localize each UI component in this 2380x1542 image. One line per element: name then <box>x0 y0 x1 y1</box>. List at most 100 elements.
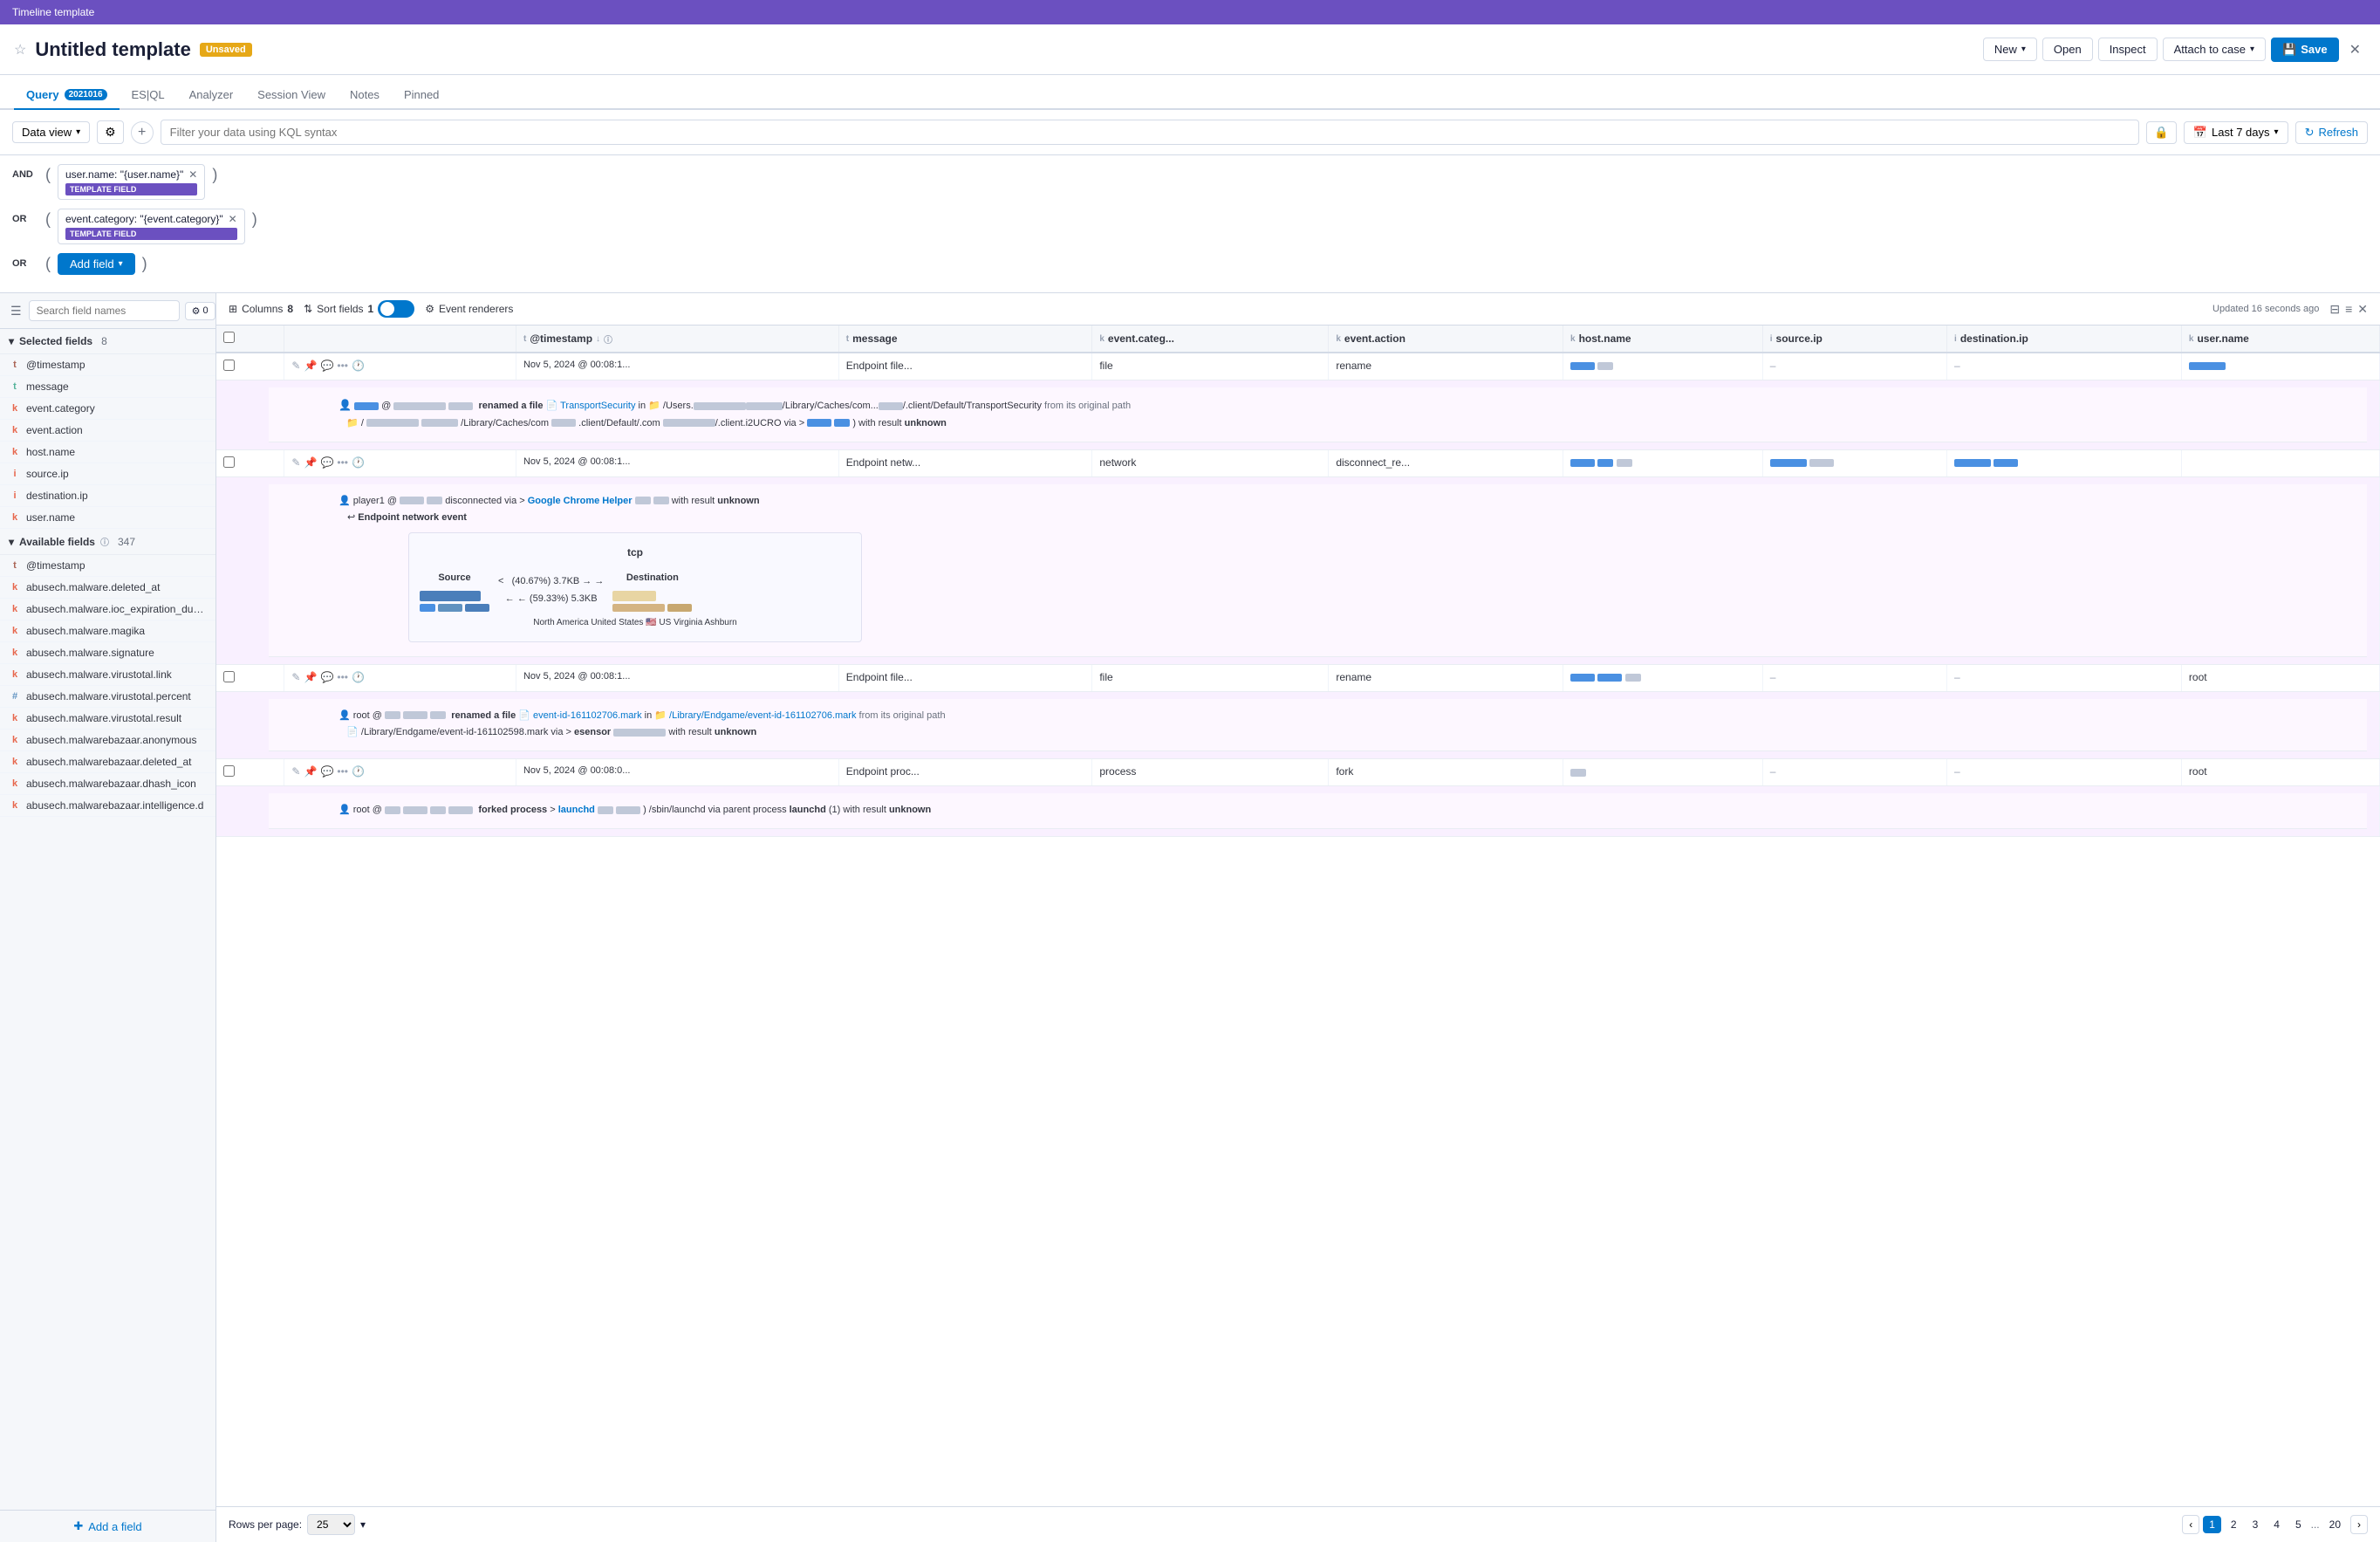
field-item-abusech-bazaar-intel[interactable]: k abusech.malwarebazaar.intelligence.d <box>0 795 215 817</box>
open-button[interactable]: Open <box>2042 38 2093 61</box>
more-icon[interactable]: ••• <box>337 765 348 778</box>
filter-count-button[interactable]: ⚙ 0 <box>185 302 215 320</box>
expand-icon[interactable]: ✎ <box>291 671 300 683</box>
clock-icon[interactable]: 🕐 <box>352 456 365 469</box>
th-username[interactable]: k user.name <box>2181 326 2379 353</box>
attach-to-case-button[interactable]: Attach to case ▾ <box>2163 38 2266 61</box>
field-item-eventcategory-selected[interactable]: k event.category <box>0 398 215 420</box>
filter-chip-close-icon[interactable]: ✕ <box>188 168 197 181</box>
field-item-abusech-bazaar-anon[interactable]: k abusech.malwarebazaar.anonymous <box>0 730 215 751</box>
field-item-username-selected[interactable]: k user.name <box>0 507 215 529</box>
field-item-timestamp-selected[interactable]: t @timestamp <box>0 354 215 376</box>
sidebar-toggle-button[interactable]: ☰ <box>9 302 24 320</box>
page-num-4[interactable]: 4 <box>2267 1516 2286 1533</box>
next-page-button[interactable]: › <box>2350 1515 2368 1534</box>
th-sourceip[interactable]: i source.ip <box>1762 326 1946 353</box>
tab-pinned[interactable]: Pinned <box>392 81 451 110</box>
expand-icon[interactable]: ✎ <box>291 360 300 372</box>
select-all-checkbox[interactable] <box>223 332 235 343</box>
add-a-field-link[interactable]: ✚ Add a field <box>0 1510 215 1542</box>
more-icon[interactable]: ••• <box>337 456 348 469</box>
tab-session-view[interactable]: Session View <box>245 81 338 110</box>
field-item-abusech-deleted[interactable]: k abusech.malware.deleted_at <box>0 577 215 599</box>
field-item-abusech-vtresult[interactable]: k abusech.malware.virustotal.result <box>0 708 215 730</box>
row-checkbox[interactable] <box>223 456 235 468</box>
field-item-abusech-bazaar-deleted[interactable]: k abusech.malwarebazaar.deleted_at <box>0 751 215 773</box>
filter-chip-username[interactable]: user.name: "{user.name}" ✕ TEMPLATE FIEL… <box>58 164 205 200</box>
page-num-20[interactable]: 20 <box>2323 1516 2347 1533</box>
inspect-button[interactable]: Inspect <box>2098 38 2158 61</box>
prev-page-button[interactable]: ‹ <box>2182 1515 2199 1534</box>
pin-icon[interactable]: 📌 <box>304 671 317 683</box>
th-destip[interactable]: i destination.ip <box>1947 326 2182 353</box>
clock-icon[interactable]: 🕐 <box>352 671 365 683</box>
sort-arrow-icon[interactable]: ↓ <box>596 334 600 344</box>
settings-view-button[interactable]: ✕ <box>2357 302 2368 317</box>
field-item-abusech-vtpct[interactable]: # abusech.malware.virustotal.percent <box>0 686 215 708</box>
th-message[interactable]: t message <box>838 326 1092 353</box>
comment-icon[interactable]: 💬 <box>320 765 333 778</box>
add-filter-button[interactable]: + <box>131 121 154 144</box>
save-button[interactable]: 💾 Save <box>2271 38 2339 62</box>
field-item-message-selected[interactable]: t message <box>0 376 215 398</box>
available-fields-header[interactable]: ▾ Available fields ⓘ 347 <box>0 529 215 555</box>
add-field-button[interactable]: Add field ▾ <box>58 253 135 275</box>
date-picker-button[interactable]: 📅 Last 7 days ▾ <box>2184 121 2288 144</box>
grid-view-button[interactable]: ⊟ <box>2329 302 2340 317</box>
sort-fields-toggle[interactable]: ⇅ Sort fields 1 <box>304 300 414 318</box>
page-num-3[interactable]: 3 <box>2247 1516 2265 1533</box>
field-item-abusech-magika[interactable]: k abusech.malware.magika <box>0 620 215 642</box>
row-checkbox[interactable] <box>223 671 235 682</box>
sort-toggle-switch[interactable] <box>378 300 414 318</box>
field-item-abusech-vtlink[interactable]: k abusech.malware.virustotal.link <box>0 664 215 686</box>
more-icon[interactable]: ••• <box>337 360 348 372</box>
field-item-sourceip-selected[interactable]: i source.ip <box>0 463 215 485</box>
tab-notes[interactable]: Notes <box>338 81 392 110</box>
pin-icon[interactable]: 📌 <box>304 765 317 778</box>
field-item-abusech-bazaar-dhash[interactable]: k abusech.malwarebazaar.dhash_icon <box>0 773 215 795</box>
search-fields-input[interactable] <box>29 300 180 321</box>
close-button[interactable]: ✕ <box>2344 39 2366 60</box>
lock-button[interactable]: 🔒 <box>2146 121 2177 144</box>
th-eventcategory[interactable]: k event.categ... <box>1092 326 1329 353</box>
comment-icon[interactable]: 💬 <box>320 456 333 469</box>
pin-icon[interactable]: 📌 <box>304 360 317 372</box>
field-item-timestamp-available[interactable]: t @timestamp <box>0 555 215 577</box>
field-item-abusech-signature[interactable]: k abusech.malware.signature <box>0 642 215 664</box>
clock-icon[interactable]: 🕐 <box>352 765 365 778</box>
filter-chip-category[interactable]: event.category: "{event.category}" ✕ TEM… <box>58 209 245 244</box>
tab-esql[interactable]: ES|QL <box>120 81 177 110</box>
th-hostname[interactable]: k host.name <box>1563 326 1763 353</box>
star-icon[interactable]: ☆ <box>14 41 26 58</box>
comment-icon[interactable]: 💬 <box>320 671 333 683</box>
row-checkbox[interactable] <box>223 765 235 777</box>
list-view-button[interactable]: ≡ <box>2345 302 2352 317</box>
page-num-1[interactable]: 1 <box>2203 1516 2221 1533</box>
th-timestamp[interactable]: t @timestamp ↓ ⓘ <box>516 326 838 353</box>
refresh-button[interactable]: ↻ Refresh <box>2295 121 2368 144</box>
event-renderers-toggle[interactable]: ⚙ Event renderers <box>425 303 513 315</box>
pin-icon[interactable]: 📌 <box>304 456 317 469</box>
th-eventaction[interactable]: k event.action <box>1329 326 1563 353</box>
field-item-eventaction-selected[interactable]: k event.action <box>0 420 215 442</box>
selected-fields-header[interactable]: ▾ Selected fields 8 <box>0 329 215 354</box>
row-checkbox[interactable] <box>223 360 235 371</box>
data-view-button[interactable]: Data view ▾ <box>12 121 90 143</box>
kql-input[interactable] <box>161 120 2140 145</box>
comment-icon[interactable]: 💬 <box>320 360 333 372</box>
new-button[interactable]: New ▾ <box>1983 38 2037 61</box>
filter-chip-close-icon[interactable]: ✕ <box>229 213 237 225</box>
expand-icon[interactable]: ✎ <box>291 456 300 469</box>
columns-toggle[interactable]: ⊞ Columns 8 <box>229 303 293 315</box>
page-num-2[interactable]: 2 <box>2225 1516 2243 1533</box>
field-item-destip-selected[interactable]: i destination.ip <box>0 485 215 507</box>
clock-icon[interactable]: 🕐 <box>352 360 365 372</box>
expand-icon[interactable]: ✎ <box>291 765 300 778</box>
rows-per-page-select[interactable]: 25 50 100 <box>307 1514 355 1535</box>
tab-query[interactable]: Query 2021016 <box>14 81 120 110</box>
more-icon[interactable]: ••• <box>337 671 348 683</box>
field-item-hostname-selected[interactable]: k host.name <box>0 442 215 463</box>
tab-analyzer[interactable]: Analyzer <box>177 81 246 110</box>
filter-icon-button[interactable]: ⚙ <box>97 120 124 144</box>
page-num-5[interactable]: 5 <box>2289 1516 2308 1533</box>
